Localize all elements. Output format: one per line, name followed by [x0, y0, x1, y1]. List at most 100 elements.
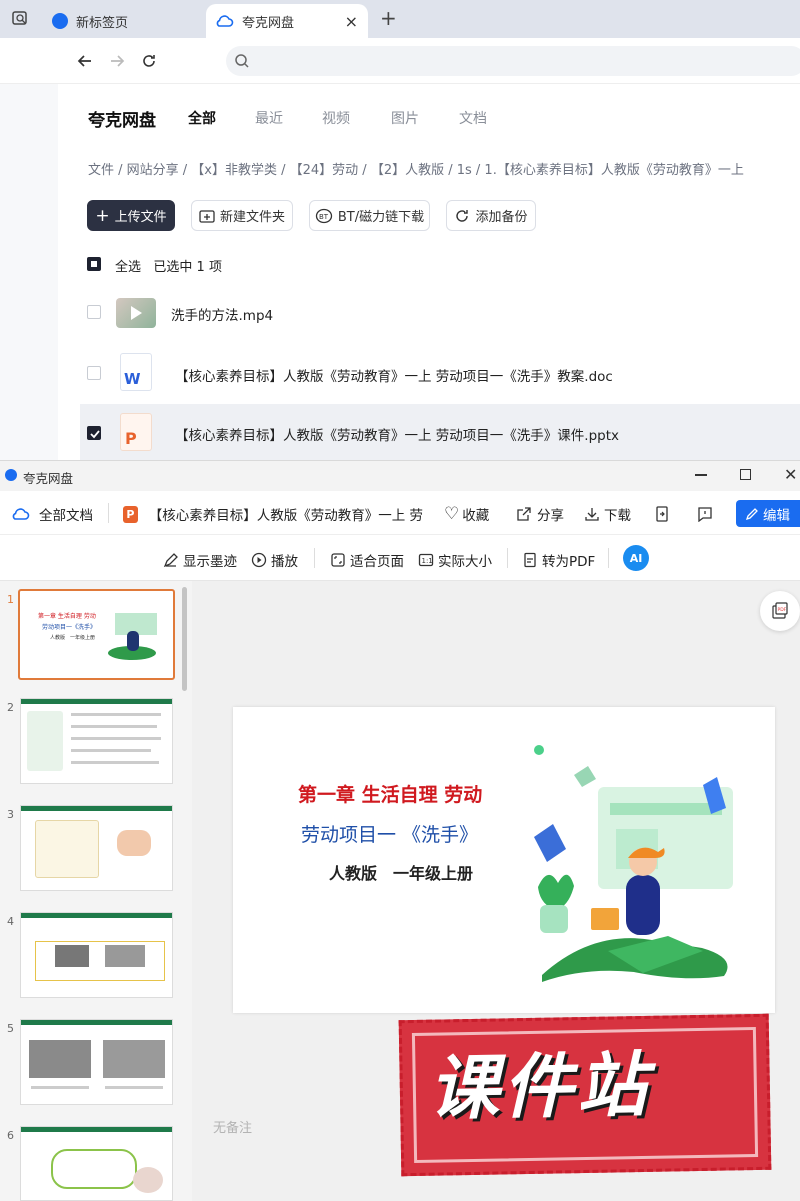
back-icon[interactable] — [76, 52, 94, 70]
feedback-icon[interactable] — [697, 506, 713, 522]
slide-thumb-3[interactable] — [20, 805, 173, 891]
divider — [507, 548, 508, 568]
file-checkbox-checked[interactable] — [87, 426, 101, 440]
select-all-text[interactable]: 全选 — [115, 260, 141, 275]
select-all-label: 全选 已选中 1 项 — [115, 256, 222, 275]
nav-recent[interactable]: 最近 — [255, 108, 283, 128]
file-checkbox[interactable] — [87, 366, 101, 380]
word-file-icon: W — [120, 353, 152, 391]
divider — [314, 548, 315, 568]
slide-subtitle: 劳动项目一 《洗手》 — [301, 824, 479, 846]
browser-tab-bar: 新标签页 夸克网盘 × + — [0, 0, 800, 38]
edit-button[interactable]: 编辑 — [736, 500, 800, 527]
play-button[interactable]: 播放 — [251, 550, 298, 570]
share-label: 分享 — [537, 508, 564, 524]
slide-thumb-2[interactable] — [20, 698, 173, 784]
minimize-icon[interactable] — [695, 474, 707, 476]
nav-video[interactable]: 视频 — [322, 108, 350, 128]
refresh-icon[interactable] — [140, 52, 158, 70]
slide-thumb-4[interactable] — [20, 912, 173, 998]
actual-size-button[interactable]: 1:1 实际大小 — [418, 550, 492, 570]
thumb-number: 2 — [7, 701, 14, 714]
slide-thumbnail-panel: 1 第一章 生活自理 劳动 劳动项目一《洗手》 人教版 一年级上册 2 3 4 — [0, 581, 192, 1201]
ink-pen-icon — [163, 553, 178, 568]
reading-student-illustration — [534, 745, 733, 982]
fit-page-button[interactable]: 适合页面 — [330, 550, 404, 570]
favorite-button[interactable]: ♡ 收藏 — [444, 504, 489, 524]
share-button[interactable]: 分享 — [516, 504, 564, 524]
tab-close-icon[interactable]: × — [345, 12, 358, 31]
show-ink-button[interactable]: 显示墨迹 — [163, 550, 237, 570]
pdf-view-icon[interactable]: PDF — [760, 591, 800, 631]
tab-label: 新标签页 — [76, 15, 129, 31]
maximize-icon[interactable] — [740, 469, 751, 480]
viewer-title-bar: 夸克网盘 ✕ — [0, 461, 800, 491]
tab-quark-drive[interactable]: 夸克网盘 × — [206, 4, 368, 38]
tab-new-tab[interactable]: 新标签页 — [40, 4, 200, 38]
tab-search-icon[interactable] — [10, 9, 30, 29]
watermark-stamp: 课件站 — [398, 1013, 772, 1177]
new-folder-label: 新建文件夹 — [219, 210, 285, 225]
divider — [108, 503, 109, 523]
breadcrumb[interactable]: 文件 / 网站分享 / 【x】非教学类 / 【24】劳动 / 【2】人教版 / … — [88, 159, 744, 178]
upload-button[interactable]: + 上传文件 — [87, 200, 175, 231]
watermark-text: 课件站 — [428, 1043, 652, 1130]
thumb-number: 4 — [7, 915, 14, 928]
slide-thumb-1[interactable]: 第一章 生活自理 劳动 劳动项目一《洗手》 人教版 一年级上册 — [18, 589, 175, 680]
thumb-number: 6 — [7, 1129, 14, 1142]
nav-image[interactable]: 图片 — [391, 108, 419, 128]
new-tab-button[interactable]: + — [380, 6, 397, 30]
video-thumbnail — [116, 298, 156, 328]
file-checkbox[interactable] — [87, 305, 101, 319]
slide-notes: 无备注 — [213, 1121, 253, 1136]
quark-logo-icon — [52, 13, 68, 29]
file-name[interactable]: 【核心素养目标】人教版《劳动教育》一上 劳动项目一《洗手》课件.pptx — [175, 424, 619, 444]
viewer-subtoolbar: 显示墨迹 播放 适合页面 1:1 实际大小 转为PDF AI — [0, 535, 800, 581]
add-backup-button[interactable]: 添加备份 — [446, 200, 536, 231]
file-row-selected[interactable]: P 【核心素养目标】人教版《劳动教育》一上 劳动项目一《洗手》课件.pptx — [80, 404, 800, 460]
download-button[interactable]: 下载 — [584, 504, 631, 524]
ai-assistant-icon[interactable]: AI — [623, 545, 649, 571]
sync-icon — [456, 209, 469, 222]
address-bar[interactable] — [226, 46, 800, 76]
search-icon — [235, 54, 249, 68]
file-row[interactable]: 洗手的方法.mp4 — [80, 282, 800, 342]
nav-all[interactable]: 全部 — [188, 108, 216, 128]
ppt-icon: P — [123, 505, 138, 523]
new-folder-button[interactable]: 新建文件夹 — [191, 200, 293, 231]
viewer-toolbar: 全部文档 P 【核心素养目标】人教版《劳动教育》一上 劳 ♡ 收藏 分享 下载 … — [0, 491, 800, 535]
slide-grade: 人教版 一年级上册 — [329, 864, 474, 883]
ppt-file-icon: P — [120, 413, 152, 451]
slide-thumb-5[interactable] — [20, 1019, 173, 1105]
bt-download-button[interactable]: BT BT/磁力链下载 — [309, 200, 430, 231]
file-name[interactable]: 【核心素养目标】人教版《劳动教育》一上 劳动项目一《洗手》教案.doc — [175, 365, 613, 385]
to-pdf-label: 转为PDF — [542, 554, 596, 570]
actual-size-label: 实际大小 — [438, 554, 492, 570]
file-name[interactable]: 洗手的方法.mp4 — [171, 304, 273, 324]
to-pdf-button[interactable]: 转为PDF — [522, 550, 595, 570]
close-window-icon[interactable]: ✕ — [784, 465, 797, 484]
slide-thumb-6[interactable] — [20, 1126, 173, 1201]
select-all-checkbox[interactable] — [87, 257, 101, 271]
forward-icon[interactable] — [108, 52, 126, 70]
svg-text:1:1: 1:1 — [422, 557, 433, 565]
heart-icon: ♡ — [444, 504, 460, 524]
viewer-window: 夸克网盘 ✕ 全部文档 P 【核心素养目标】人教版《劳动教育》一上 劳 ♡ 收藏… — [0, 460, 800, 1201]
download-icon — [585, 508, 599, 521]
magnet-icon: BT — [315, 208, 333, 223]
export-icon[interactable] — [654, 506, 670, 522]
share-icon — [517, 507, 531, 521]
current-slide: 第一章 生活自理 劳动 劳动项目一 《洗手》 人教版 一年级上册 — [233, 707, 775, 1013]
fit-page-label: 适合页面 — [350, 554, 404, 570]
doc-title-text: 【核心素养目标】人教版《劳动教育》一上 劳 — [148, 508, 423, 524]
drive-left-strip — [0, 84, 58, 460]
all-docs-button[interactable]: 全部文档 — [10, 504, 93, 524]
svg-text:PDF: PDF — [778, 607, 787, 613]
play-icon — [131, 306, 142, 320]
file-row[interactable]: W 【核心素养目标】人教版《劳动教育》一上 劳动项目一《洗手》教案.doc — [80, 342, 800, 404]
drive-page: 夸克网盘 全部 最近 视频 图片 文档 文件 / 网站分享 / 【x】非教学类 … — [0, 84, 800, 460]
all-docs-label: 全部文档 — [39, 508, 93, 524]
scrollbar[interactable] — [182, 587, 187, 691]
cloud-icon — [12, 508, 30, 520]
nav-document[interactable]: 文档 — [459, 108, 487, 128]
